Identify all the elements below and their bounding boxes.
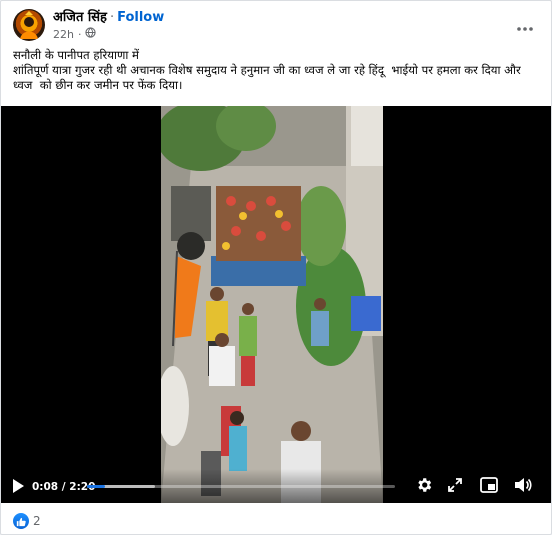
settings-button[interactable]: [413, 476, 435, 498]
more-options-button[interactable]: [511, 13, 539, 37]
volume-button[interactable]: [512, 476, 534, 498]
post-header: अजित सिंह · Follow 22h ·: [13, 9, 541, 45]
time-separator: /: [58, 481, 70, 493]
post-meta: 22h ·: [53, 27, 97, 42]
post-text: सनौली के पानीपत हरियाणा में शांतिपूर्ण य…: [13, 48, 541, 93]
post-text-body: शांतिपूर्ण यात्रा गुजर रही थी अचानक विशे…: [13, 63, 525, 92]
current-time: 0:08: [32, 481, 59, 493]
reactions-bar: 2: [13, 511, 41, 531]
video-time: 0:08 / 2:20: [32, 480, 95, 494]
more-dots-icon: [517, 16, 533, 35]
picture-in-picture-button[interactable]: [479, 477, 499, 497]
progress-bar[interactable]: [87, 485, 395, 488]
video-player[interactable]: 0:08 / 2:20: [1, 106, 551, 503]
expand-icon: [447, 477, 463, 497]
video-controls: 0:08 / 2:20: [1, 469, 551, 503]
like-icon: [16, 512, 26, 531]
author-name[interactable]: अजित सिंह: [53, 10, 107, 25]
picture-in-picture-icon: [480, 477, 498, 497]
like-reaction[interactable]: [13, 513, 29, 529]
globe-icon: [85, 27, 97, 42]
volume-icon: [514, 477, 532, 497]
separator-dot: ·: [109, 10, 115, 25]
post-text-line1: सनौली के पानीपत हरियाणा में: [13, 48, 139, 62]
author-avatar[interactable]: [13, 9, 45, 41]
video-frame[interactable]: [161, 106, 383, 503]
separator-dot: ·: [77, 27, 82, 41]
progress-fill: [87, 485, 105, 488]
author-line: अजित सिंह · Follow: [53, 9, 164, 26]
settings-gear-icon: [415, 476, 433, 498]
post-time[interactable]: 22h: [53, 28, 74, 42]
post-card: अजित सिंह·Follow 22h · सनौली के पानीपत: [0, 0, 552, 535]
expand-button[interactable]: [445, 477, 465, 497]
reaction-count[interactable]: 2: [33, 513, 41, 529]
follow-button[interactable]: Follow: [117, 10, 164, 25]
play-button[interactable]: [9, 479, 27, 497]
play-icon: [11, 478, 25, 498]
